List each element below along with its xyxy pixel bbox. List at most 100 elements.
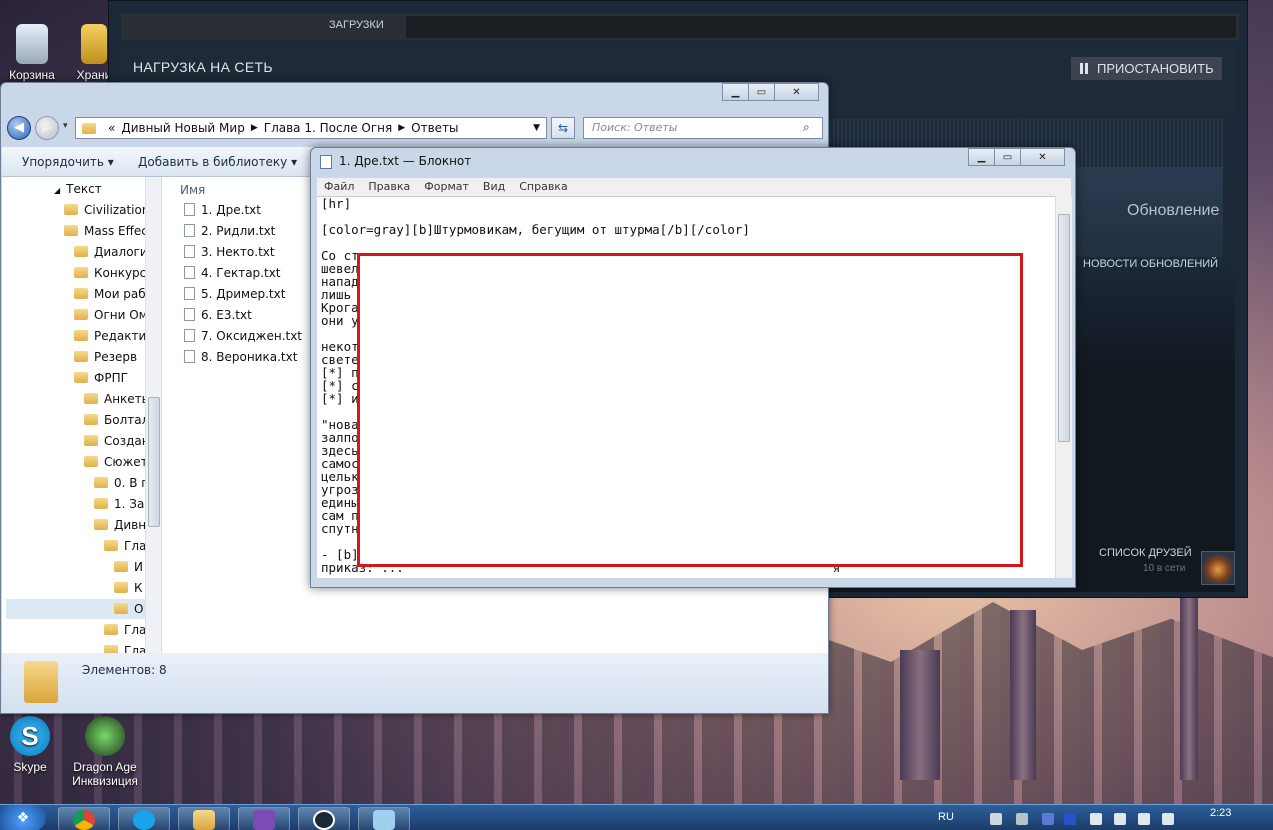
chevron-right-icon[interactable]: ▶ bbox=[251, 123, 258, 133]
tree-item[interactable]: Сюжет bbox=[84, 452, 148, 472]
language-indicator[interactable]: RU bbox=[938, 811, 954, 823]
network-icon[interactable] bbox=[1114, 813, 1126, 825]
text-file-icon bbox=[184, 287, 195, 300]
breadcrumb-item[interactable]: Дивный Новый Мир bbox=[121, 121, 244, 135]
expand-icon[interactable]: ◢ bbox=[54, 186, 60, 195]
start-button[interactable]: ❖ bbox=[0, 805, 46, 830]
folder-icon bbox=[114, 582, 128, 593]
network-icon[interactable] bbox=[1138, 813, 1150, 825]
tray-app-icon[interactable] bbox=[1042, 813, 1054, 825]
search-input[interactable]: Поиск: Ответы bbox=[583, 117, 823, 139]
text-file-icon bbox=[184, 266, 195, 279]
steam-tray-icon[interactable] bbox=[990, 813, 1002, 825]
organize-button[interactable]: Упорядочить ▾ bbox=[22, 155, 114, 169]
desktop-icon-dragon-age[interactable]: Dragon Age Инквизиция bbox=[66, 716, 144, 788]
close-button[interactable]: ✕ bbox=[1020, 148, 1065, 166]
chevron-down-icon[interactable]: ▼ bbox=[533, 123, 540, 133]
tree-item-selected[interactable]: О bbox=[6, 599, 146, 619]
tree-item[interactable]: Резерв bbox=[74, 347, 137, 367]
taskbar-skype[interactable] bbox=[118, 807, 170, 830]
tree-item[interactable]: Огни Ом bbox=[74, 305, 148, 325]
tree-item[interactable]: Дивн bbox=[94, 515, 146, 535]
menu-file[interactable]: Файл bbox=[324, 178, 354, 196]
folder-icon bbox=[74, 309, 88, 320]
list-item[interactable]: 4. Гектар.txt bbox=[184, 264, 281, 282]
back-button[interactable]: ◀ bbox=[7, 116, 31, 140]
punto-switcher-icon[interactable] bbox=[1064, 813, 1076, 825]
minimize-button[interactable]: ▁ bbox=[968, 148, 995, 166]
tree-item[interactable]: ФРПГ bbox=[74, 368, 128, 388]
tree-item[interactable]: К bbox=[114, 578, 143, 598]
list-item[interactable]: 8. Вероника.txt bbox=[184, 348, 297, 366]
menu-format[interactable]: Формат bbox=[424, 178, 469, 196]
add-to-library-button[interactable]: Добавить в библиотеку ▾ bbox=[138, 155, 297, 169]
list-item[interactable]: 2. Ридли.txt bbox=[184, 222, 275, 240]
tray-app-icon[interactable] bbox=[1016, 813, 1028, 825]
tree-item[interactable]: Болтал bbox=[84, 410, 149, 430]
tree-item[interactable]: 0. В п bbox=[94, 473, 149, 493]
refresh-button[interactable]: ⇆ bbox=[551, 117, 575, 139]
breadcrumb-overflow[interactable]: « bbox=[108, 121, 115, 135]
pause-downloads-button[interactable]: ПРИОСТАНОВИТЬ bbox=[1071, 57, 1222, 80]
tree-item[interactable]: Гла bbox=[104, 620, 146, 640]
tree-scrollbar[interactable] bbox=[145, 177, 161, 653]
update-news-link[interactable]: НОВОСТИ ОБНОВЛЕНИЙ bbox=[1083, 258, 1218, 270]
tree-item[interactable]: Civilization bbox=[64, 200, 149, 220]
tree-item[interactable]: Диалоги bbox=[74, 242, 148, 262]
tree-item[interactable]: Мои раб bbox=[74, 284, 146, 304]
tree-item[interactable]: Редактир bbox=[74, 326, 154, 346]
tree-item[interactable]: Гла bbox=[104, 641, 146, 653]
tree-item[interactable]: Конкурсы bbox=[74, 263, 156, 283]
folder-icon bbox=[74, 351, 88, 362]
column-header-name[interactable]: Имя bbox=[180, 183, 205, 197]
clock[interactable]: 2:23 bbox=[1210, 807, 1231, 819]
list-item[interactable]: 7. Оксиджен.txt bbox=[184, 327, 302, 345]
menu-help[interactable]: Справка bbox=[519, 178, 567, 196]
editor-scrollbar[interactable] bbox=[1055, 196, 1072, 578]
tree-scrollbar-thumb[interactable] bbox=[148, 397, 160, 527]
tree-item[interactable]: Гла bbox=[104, 536, 146, 556]
flag-icon[interactable] bbox=[1090, 813, 1102, 825]
taskbar-chrome[interactable] bbox=[58, 807, 110, 830]
minimize-button[interactable]: ▁ bbox=[722, 83, 749, 101]
list-item[interactable]: 1. Дре.txt bbox=[184, 201, 261, 219]
desktop-icon-skype[interactable]: S Skype bbox=[0, 716, 62, 774]
tree-item[interactable]: И bbox=[114, 557, 143, 577]
organize-label: Упорядочить bbox=[22, 155, 104, 169]
tree-item[interactable]: Mass Effect bbox=[64, 221, 153, 241]
maximize-button[interactable]: ▭ bbox=[748, 83, 775, 101]
menu-edit[interactable]: Правка bbox=[368, 178, 410, 196]
search-icon[interactable]: ⌕ bbox=[803, 120, 810, 135]
friends-list-button[interactable]: СПИСОК ДРУЗЕЙ bbox=[1099, 547, 1192, 559]
history-dropdown-icon[interactable]: ▾ bbox=[63, 121, 68, 131]
close-button[interactable]: ✕ bbox=[774, 83, 819, 101]
list-item[interactable]: 3. Некто.txt bbox=[184, 243, 275, 261]
chevron-right-icon[interactable]: ▶ bbox=[398, 123, 405, 133]
tree-item[interactable]: 1. Зав bbox=[94, 494, 151, 514]
breadcrumb-item[interactable]: Глава 1. После Огня bbox=[264, 121, 393, 135]
taskbar-visual-studio[interactable] bbox=[238, 807, 290, 830]
tree-item-label: И bbox=[134, 560, 143, 574]
tree-item[interactable]: ◢ Текст bbox=[54, 179, 102, 199]
tab-downloads[interactable]: ЗАГРУЗКИ bbox=[329, 19, 384, 31]
folder-icon bbox=[114, 561, 128, 572]
folder-icon bbox=[82, 122, 96, 134]
taskbar-steam[interactable] bbox=[298, 807, 350, 830]
breadcrumb[interactable]: « Дивный Новый Мир ▶ Глава 1. После Огня… bbox=[75, 117, 547, 139]
forward-button[interactable]: ▶ bbox=[35, 116, 59, 140]
list-item[interactable]: 6. Е3.txt bbox=[184, 306, 252, 324]
tree-item[interactable]: Анкеты bbox=[84, 389, 151, 409]
editor-scrollbar-thumb[interactable] bbox=[1058, 214, 1070, 442]
volume-icon[interactable] bbox=[1162, 813, 1174, 825]
tree-item[interactable]: Создан bbox=[84, 431, 150, 451]
breadcrumb-item[interactable]: Ответы bbox=[411, 121, 458, 135]
file-name: 2. Ридли.txt bbox=[201, 224, 276, 238]
taskbar-explorer[interactable] bbox=[178, 807, 230, 830]
desktop-icon-recycle-bin[interactable]: Корзина bbox=[0, 24, 64, 82]
menu-view[interactable]: Вид bbox=[483, 178, 505, 196]
maximize-button[interactable]: ▭ bbox=[994, 148, 1021, 166]
list-item[interactable]: 5. Дример.txt bbox=[184, 285, 285, 303]
taskbar-notepad[interactable] bbox=[358, 807, 410, 830]
avatar[interactable] bbox=[1201, 551, 1235, 585]
add-to-library-label: Добавить в библиотеку bbox=[138, 155, 288, 169]
